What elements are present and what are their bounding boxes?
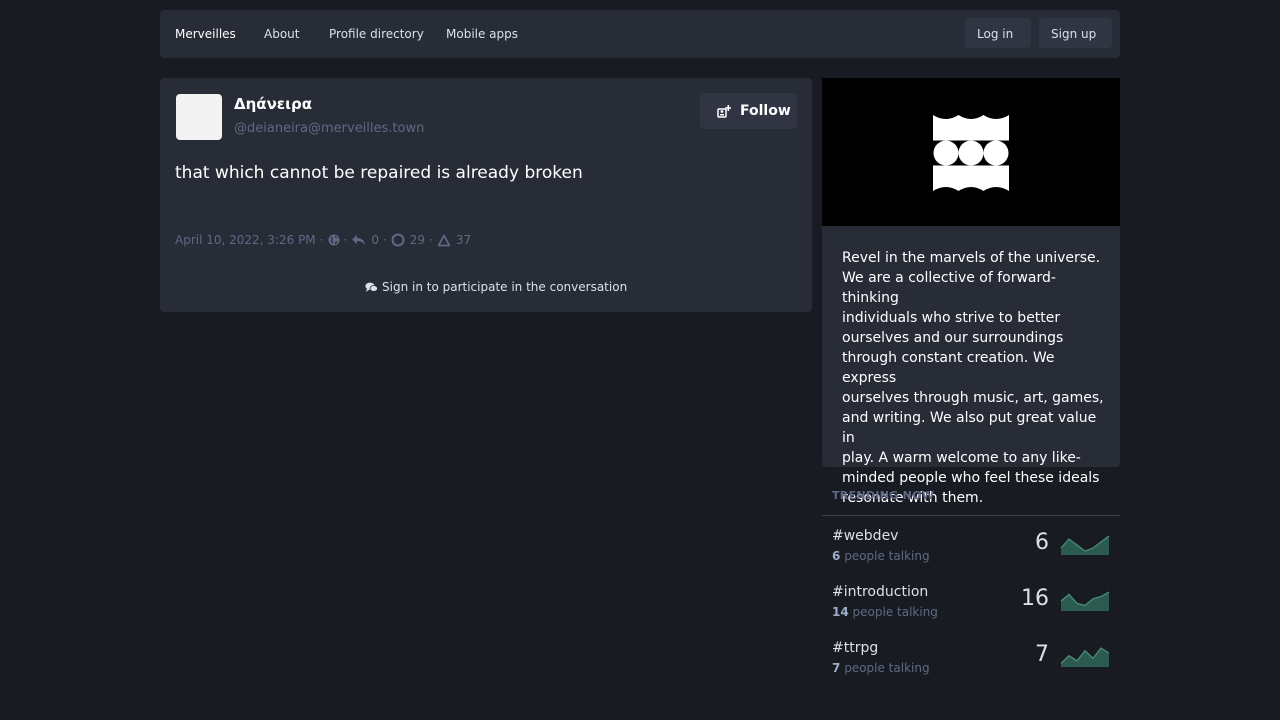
reply-count: 0: [371, 233, 379, 247]
trending-sparkline: [1060, 591, 1110, 611]
trending-sparkline: [1060, 535, 1110, 555]
trending-uses-count: 16: [1021, 586, 1049, 611]
comments-icon: [365, 282, 378, 292]
trending-uses-count: 6: [1035, 530, 1049, 555]
trending-people-count: 7: [832, 661, 841, 675]
status-meta: April 10, 2022, 3:26 PM · · 0 · 29 · 37: [175, 232, 471, 248]
about-line: We are a collective of forward-thinking: [842, 270, 1056, 306]
meta-separator: ·: [429, 233, 433, 247]
server-hero-banner: [822, 78, 1120, 226]
about-line: through constant creation. We express: [842, 350, 1055, 386]
follow-icon: [717, 105, 731, 118]
sparkline-area: [1061, 536, 1109, 555]
globe-icon: [328, 234, 339, 246]
top-navigation-bar: Merveilles About Profile directory Mobil…: [160, 10, 1120, 58]
profile-directory-link[interactable]: Profile directory: [329, 26, 424, 42]
trending-item: #webdev 6 people talking 6: [822, 527, 1120, 577]
about-line: and writing. We also put great value in: [842, 410, 1097, 446]
meta-separator: ·: [343, 233, 348, 247]
trending-sparkline: [1060, 647, 1110, 667]
meta-separator: ·: [319, 233, 324, 247]
about-line: play. A warm welcome to any like-: [842, 450, 1081, 466]
favourite-count: 37: [455, 233, 472, 247]
log-in-button[interactable]: Log in: [965, 18, 1031, 48]
follow-label: Follow: [740, 103, 791, 119]
trending-people-talking: 6 people talking: [832, 548, 930, 564]
account-handle[interactable]: @deianeira@merveilles.town: [234, 121, 424, 136]
about-line: Revel in the marvels of the universe.: [842, 250, 1101, 266]
trending-people-suffix: people talking: [852, 605, 938, 619]
avatar[interactable]: [176, 94, 222, 140]
status-timestamp[interactable]: April 10, 2022, 3:26 PM: [175, 233, 316, 247]
server-about-panel: Revel in the marvels of the universe. We…: [822, 226, 1120, 506]
trending-tag-link[interactable]: #webdev: [832, 527, 898, 545]
display-name[interactable]: Δηάνειρα: [234, 95, 312, 113]
trending-tag-link[interactable]: #ttrpg: [832, 639, 878, 657]
trending-people-suffix: people talking: [844, 549, 930, 563]
about-link[interactable]: About: [264, 26, 299, 42]
reply-icon: [352, 235, 366, 245]
trending-tag-link[interactable]: #introduction: [832, 583, 928, 601]
log-in-label: Log in: [977, 27, 1014, 41]
star-icon: [437, 234, 451, 246]
meta-separator: ·: [382, 233, 387, 247]
status-content: that which cannot be repaired is already…: [175, 163, 583, 183]
brand-link[interactable]: Merveilles: [175, 26, 236, 42]
trending-divider: [822, 515, 1120, 516]
trending-people-count: 6: [832, 549, 841, 563]
mobile-apps-link[interactable]: Mobile apps: [446, 26, 518, 42]
status-card: Δηάνειρα @deianeira@merveilles.town Foll…: [160, 78, 812, 312]
about-line: ourselves and our surroundings: [842, 330, 1064, 346]
trending-people-talking: 14 people talking: [832, 604, 938, 620]
sign-in-prompt-label: Sign in to participate in the conversati…: [382, 280, 628, 294]
sign-up-label: Sign up: [1051, 27, 1097, 41]
trending-item: #ttrpg 7 people talking 7: [822, 639, 1120, 689]
about-line: minded people who feel these ideals: [842, 470, 1100, 486]
about-line: ourselves through music, art, games,: [842, 390, 1104, 406]
merveilles-logo: [933, 115, 1009, 191]
trending-people-suffix: people talking: [844, 661, 930, 675]
server-description: Revel in the marvels of the universe. We…: [842, 248, 1108, 508]
trending-header: TRENDING NOW: [832, 489, 935, 502]
trending-people-talking: 7 people talking: [832, 660, 930, 676]
sign-up-button[interactable]: Sign up: [1039, 18, 1112, 48]
trending-uses-count: 7: [1035, 642, 1049, 667]
trending-item: #introduction 14 people talking 16: [822, 583, 1120, 633]
sign-in-to-participate-link[interactable]: Sign in to participate in the conversati…: [365, 280, 627, 294]
follow-button[interactable]: Follow: [700, 93, 797, 129]
boost-count: 29: [409, 233, 426, 247]
boost-icon: [391, 233, 405, 247]
trending-people-count: 14: [832, 605, 849, 619]
about-line: individuals who strive to better: [842, 310, 1061, 326]
